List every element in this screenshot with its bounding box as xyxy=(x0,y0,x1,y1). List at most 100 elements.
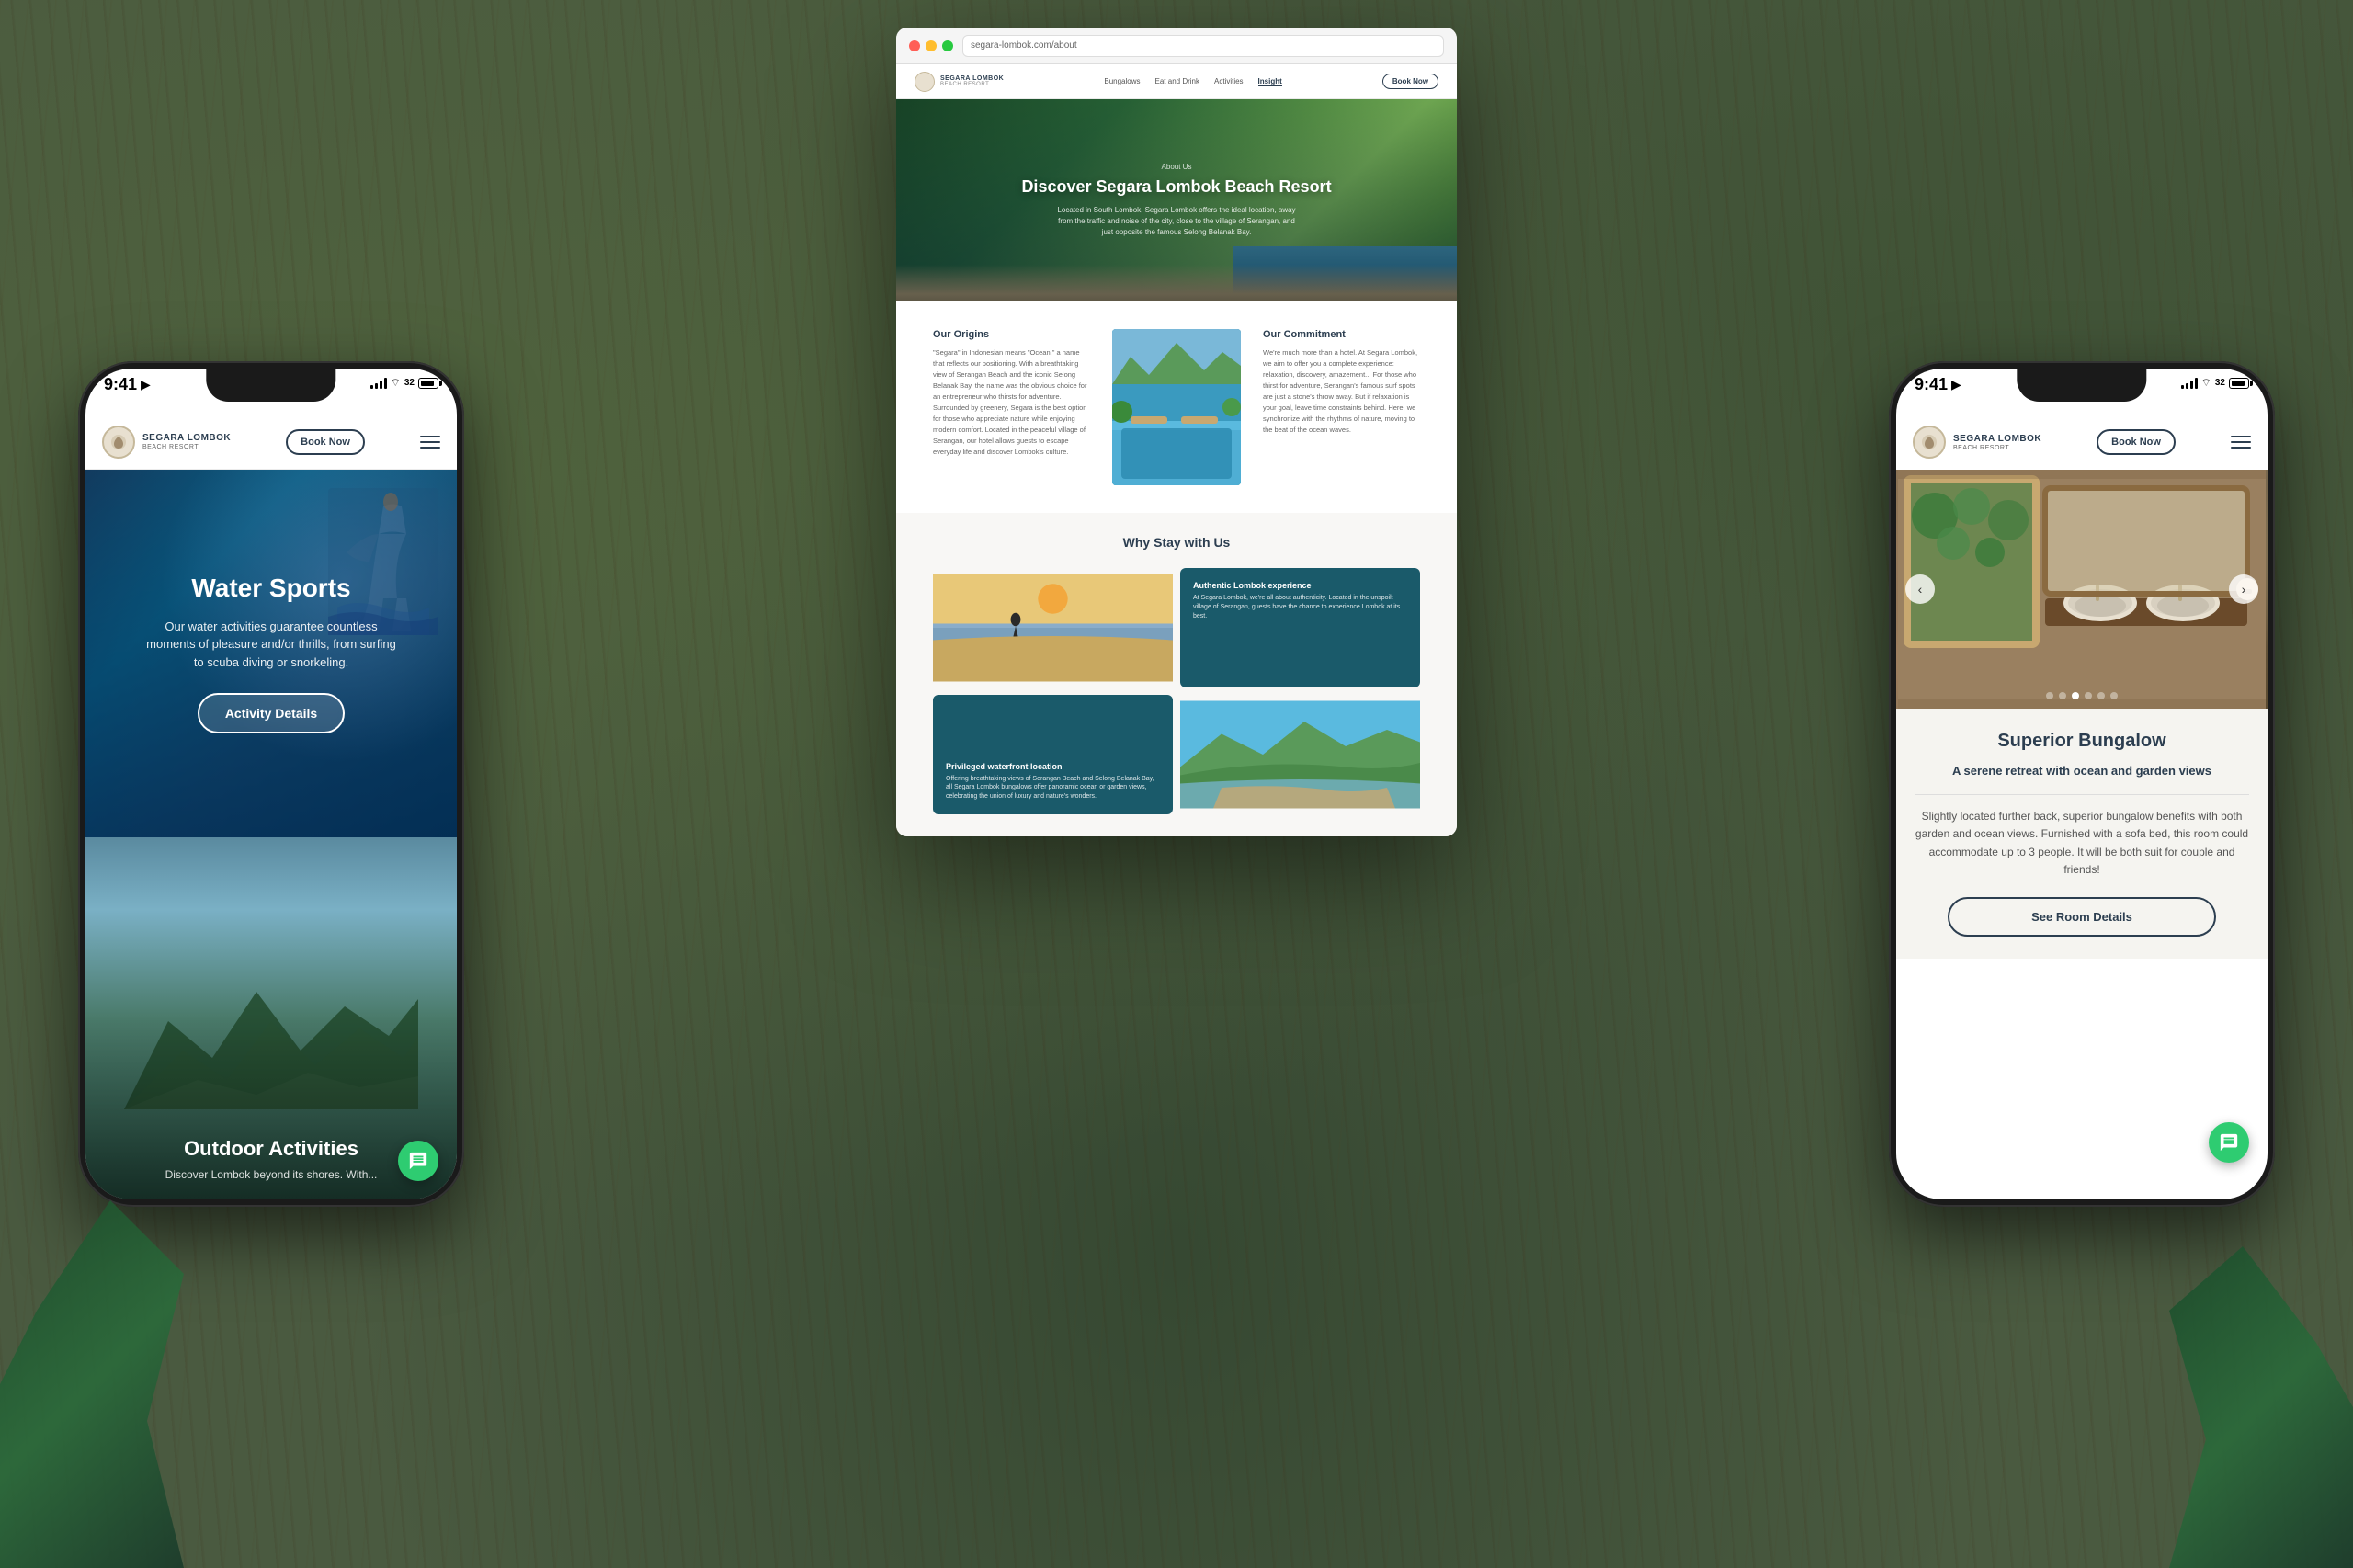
about-section: Our Origins "Segara" in Indonesian means… xyxy=(896,301,1457,513)
room-interior-svg xyxy=(1896,470,2268,709)
nav-activities[interactable]: Activities xyxy=(1214,77,1244,86)
room-description: Slightly located further back, superior … xyxy=(1915,808,2249,879)
why-stay-grid: Authentic Lombok experience At Segara Lo… xyxy=(933,568,1420,814)
site-book-now-button[interactable]: Book Now xyxy=(1382,74,1438,89)
browser-url-bar[interactable]: segara-lombok.com/about xyxy=(962,35,1444,57)
right-phone-screen: 9:41 ▶ ⌔ 32 xyxy=(1896,369,2268,1199)
about-origins-col: Our Origins "Segara" in Indonesian means… xyxy=(933,329,1090,458)
hero-subtitle: Located in South Lombok, Segara Lombok o… xyxy=(1057,205,1296,238)
browser-chrome: segara-lombok.com/about xyxy=(896,28,1457,64)
origins-title: Our Origins xyxy=(933,329,1090,340)
why-card-waterfront: Privileged waterfront location Offering … xyxy=(933,695,1173,814)
commitment-text: We're much more than a hotel. At Segara … xyxy=(1263,347,1420,436)
left-book-now-button[interactable]: Book Now xyxy=(286,429,365,455)
hero-title: Discover Segara Lombok Beach Resort xyxy=(1021,176,1331,198)
left-chat-icon xyxy=(408,1151,428,1171)
water-sports-section: Water Sports Our water activities guaran… xyxy=(85,470,457,837)
left-location-icon: ▶ xyxy=(141,377,151,392)
right-brand-logo: SEGARA LOMBOK BEACH RESORT xyxy=(1913,426,2041,459)
right-battery-icon xyxy=(2229,378,2249,389)
why-stay-section: Why Stay with Us xyxy=(896,513,1457,836)
carousel-next-button[interactable]: › xyxy=(2229,574,2258,604)
carousel-dot-2[interactable] xyxy=(2059,692,2066,699)
left-battery-badge: 32 xyxy=(404,378,415,388)
carousel-dot-5[interactable] xyxy=(2097,692,2105,699)
room-subtitle: A serene retreat with ocean and garden v… xyxy=(1915,763,2249,779)
site-brand-text-block: SEGARA LOMBOK BEACH RESORT xyxy=(940,75,1004,87)
outdoor-title: Outdoor Activities xyxy=(184,1137,358,1161)
browser-maximize-btn[interactable] xyxy=(942,40,953,51)
authentic-text: At Segara Lombok, we're all about authen… xyxy=(1193,594,1407,620)
foreground-vegetation-right xyxy=(2169,1246,2353,1568)
why-card-beach xyxy=(933,568,1173,687)
right-location-icon: ▶ xyxy=(1951,377,1961,392)
site-brand: SEGARA LOMBOK BEACH RESORT xyxy=(915,72,1004,92)
browser-close-btn[interactable] xyxy=(909,40,920,51)
foreground-vegetation-left xyxy=(0,1200,184,1568)
left-phone-screen: 9:41 ▶ ⌔ 32 xyxy=(85,369,457,1199)
main-scene: 9:41 ▶ ⌔ 32 xyxy=(0,0,2353,1568)
why-stay-title: Why Stay with Us xyxy=(933,535,1420,550)
left-status-icons: ⌔ 32 xyxy=(370,376,438,390)
site-nav-links: Bungalows Eat and Drink Activities Insig… xyxy=(1104,77,1281,86)
see-room-details-button[interactable]: See Room Details xyxy=(1948,897,2215,937)
right-brand-emblem xyxy=(1920,433,1938,451)
room-info-section: Superior Bungalow A serene retreat with … xyxy=(1896,709,2268,959)
surfer-silhouette xyxy=(328,488,438,635)
right-brand-text: SEGARA LOMBOK BEACH RESORT xyxy=(1953,434,2041,451)
right-navbar: SEGARA LOMBOK BEACH RESORT Book Now xyxy=(1896,415,2268,470)
right-phone: 9:41 ▶ ⌔ 32 xyxy=(1889,361,2275,1207)
site-hero: About Us Discover Segara Lombok Beach Re… xyxy=(896,99,1457,301)
right-chat-bubble[interactable] xyxy=(2209,1122,2249,1163)
nav-insight[interactable]: Insight xyxy=(1258,77,1282,86)
right-status-icons: ⌔ 32 xyxy=(2181,376,2249,390)
nav-bungalows[interactable]: Bungalows xyxy=(1104,77,1140,86)
commitment-title: Our Commitment xyxy=(1263,329,1420,340)
right-battery-badge: 32 xyxy=(2215,378,2225,388)
left-time: 9:41 xyxy=(104,376,137,392)
nav-eat-drink[interactable]: Eat and Drink xyxy=(1155,77,1199,86)
left-phone: 9:41 ▶ ⌔ 32 xyxy=(78,361,464,1207)
room-title: Superior Bungalow xyxy=(1915,731,2249,752)
water-sports-description: Our water activities guarantee countless… xyxy=(142,618,400,672)
carousel-prev-button[interactable]: ‹ xyxy=(1905,574,1935,604)
why-card-beach-bg xyxy=(933,568,1173,687)
left-chat-bubble[interactable] xyxy=(398,1141,438,1181)
right-wifi-icon: ⌔ xyxy=(2201,376,2211,390)
right-status-bar: 9:41 ▶ ⌔ 32 xyxy=(1896,369,2268,415)
why-card-aerial xyxy=(1180,695,1420,814)
left-signal-icon xyxy=(370,378,387,389)
carousel-dots xyxy=(1896,692,2268,699)
about-pool-image xyxy=(1112,329,1241,485)
left-wifi-icon: ⌔ xyxy=(391,376,401,390)
hero-about-label: About Us xyxy=(1162,163,1192,171)
carousel-dot-1[interactable] xyxy=(2046,692,2053,699)
beach-svg xyxy=(933,568,1173,687)
carousel-dot-6[interactable] xyxy=(2110,692,2118,699)
left-brand-text: SEGARA LOMBOK BEACH RESORT xyxy=(142,433,231,450)
left-menu-icon[interactable] xyxy=(420,436,440,449)
water-sports-title: Water Sports xyxy=(191,574,350,603)
browser-window-controls xyxy=(909,40,953,51)
left-navbar: SEGARA LOMBOK BEACH RESORT Book Now xyxy=(85,415,457,470)
outdoor-description: Discover Lombok beyond its shores. With.… xyxy=(165,1168,378,1181)
carousel-dot-4[interactable] xyxy=(2085,692,2092,699)
pool-svg xyxy=(1112,329,1241,485)
waterfront-text: Offering breathtaking views of Serangan … xyxy=(946,775,1160,801)
activity-details-button[interactable]: Activity Details xyxy=(198,693,345,733)
why-card-waterfront-content: Privileged waterfront location Offering … xyxy=(933,695,1173,814)
right-menu-icon[interactable] xyxy=(2231,436,2251,449)
origins-text: "Segara" in Indonesian means "Ocean," a … xyxy=(933,347,1090,458)
right-brand-circle xyxy=(1913,426,1946,459)
room-carousel: ‹ › xyxy=(1896,470,2268,709)
left-brand-circle xyxy=(102,426,135,459)
authentic-title: Authentic Lombok experience xyxy=(1193,581,1407,590)
aerial-svg xyxy=(1180,695,1420,814)
about-commitment-col: Our Commitment We're much more than a ho… xyxy=(1263,329,1420,436)
right-book-now-button[interactable]: Book Now xyxy=(2097,429,2176,455)
right-time: 9:41 xyxy=(1915,376,1948,392)
left-status-bar: 9:41 ▶ ⌔ 32 xyxy=(85,369,457,415)
left-brand-emblem xyxy=(109,433,128,451)
browser-minimize-btn[interactable] xyxy=(926,40,937,51)
carousel-dot-3[interactable] xyxy=(2072,692,2079,699)
